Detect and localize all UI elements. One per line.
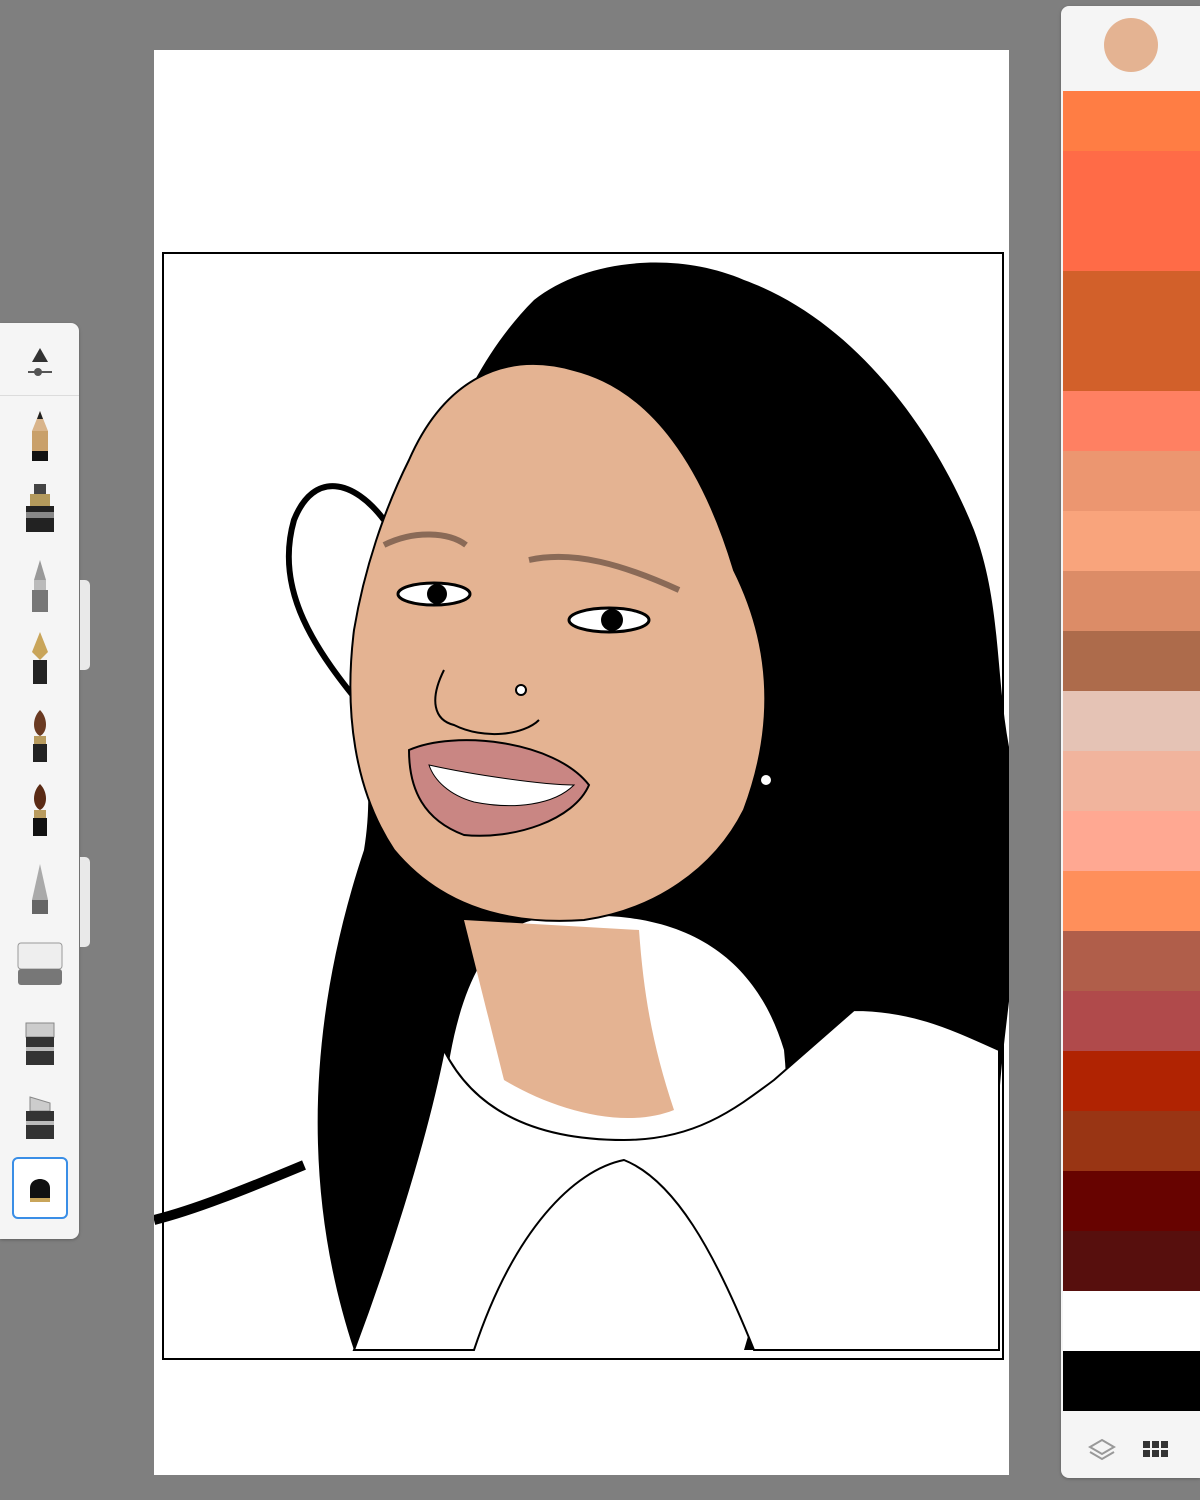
brush-settings-icon[interactable]	[12, 331, 68, 393]
grid-icon[interactable]	[1141, 1434, 1171, 1464]
pencil-icon[interactable]	[12, 405, 68, 467]
color-swatch[interactable]	[1063, 331, 1200, 391]
color-swatch[interactable]	[1063, 751, 1200, 811]
ballpoint-pen-icon[interactable]	[12, 555, 68, 617]
color-swatch[interactable]	[1063, 1291, 1200, 1351]
color-swatch[interactable]	[1063, 391, 1200, 451]
earring	[759, 773, 773, 787]
color-swatch[interactable]	[1063, 571, 1200, 631]
color-swatch[interactable]	[1063, 1111, 1200, 1171]
color-swatch[interactable]	[1063, 211, 1200, 271]
color-swatch[interactable]	[1063, 991, 1200, 1051]
airbrush-icon[interactable]	[12, 857, 68, 919]
color-swatch[interactable]	[1063, 871, 1200, 931]
current-color-swatch[interactable]	[1104, 18, 1158, 72]
color-swatch[interactable]	[1063, 631, 1200, 691]
color-swatch[interactable]	[1063, 691, 1200, 751]
toolbar-divider	[0, 395, 79, 396]
shirt-shape	[352, 1008, 1000, 1351]
ink-brush-icon[interactable]	[12, 779, 68, 841]
color-swatch[interactable]	[1063, 271, 1200, 331]
swatch-list	[1063, 91, 1200, 1411]
portrait-artwork	[154, 262, 1009, 1351]
fountain-pen-icon[interactable]	[12, 627, 68, 689]
smudge-icon[interactable]	[12, 1013, 68, 1075]
color-swatch[interactable]	[1063, 151, 1200, 211]
color-swatch[interactable]	[1063, 1051, 1200, 1111]
paint-brush-icon[interactable]	[12, 705, 68, 767]
marker-icon[interactable]	[12, 479, 68, 541]
color-swatch[interactable]	[1063, 1231, 1200, 1291]
toolbar-scroll-tab[interactable]	[80, 580, 90, 670]
fill-icon[interactable]	[12, 1157, 68, 1219]
color-swatch[interactable]	[1063, 811, 1200, 871]
color-palette-panel	[1061, 6, 1200, 1478]
brush-toolbar	[0, 323, 79, 1239]
neck-shape	[464, 920, 674, 1119]
blender-icon[interactable]	[12, 1087, 68, 1149]
color-swatch[interactable]	[1063, 91, 1200, 151]
color-swatch[interactable]	[1063, 1171, 1200, 1231]
color-swatch[interactable]	[1063, 1351, 1200, 1411]
palette-footer	[1061, 1414, 1200, 1478]
color-swatch[interactable]	[1063, 931, 1200, 991]
color-swatch[interactable]	[1063, 451, 1200, 511]
layers-icon[interactable]	[1087, 1434, 1117, 1464]
nose-stud	[515, 684, 527, 696]
eraser-icon[interactable]	[12, 933, 68, 995]
toolbar-scroll-tab[interactable]	[80, 857, 90, 947]
color-swatch[interactable]	[1063, 511, 1200, 571]
